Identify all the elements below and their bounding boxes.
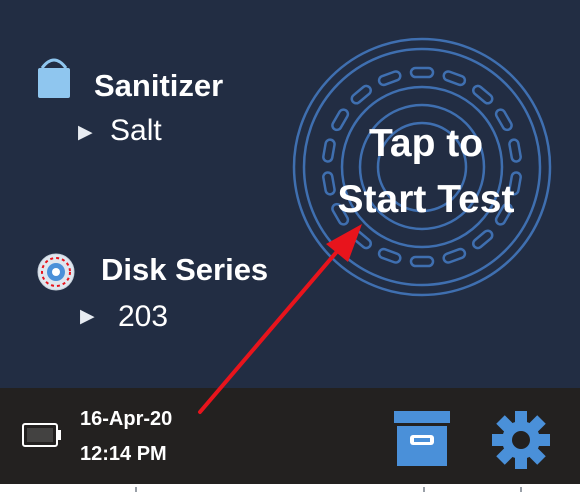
start-test-label[interactable]: Tap to Start Test xyxy=(318,116,534,228)
sanitizer-value[interactable]: Salt xyxy=(110,114,162,148)
disk-chamber xyxy=(442,70,467,87)
disk-chamber xyxy=(377,247,402,264)
settings-button[interactable] xyxy=(491,410,551,475)
disk-chamber xyxy=(472,84,494,105)
time-text: 12:14 PM xyxy=(80,443,167,465)
tick-mark xyxy=(423,487,425,492)
disk-chamber xyxy=(442,247,467,264)
disk-chamber xyxy=(350,84,372,105)
archive-button[interactable] xyxy=(392,409,452,474)
disk-series-label: Disk Series xyxy=(101,252,269,287)
disk-chamber xyxy=(377,70,402,87)
archive-icon xyxy=(394,411,450,466)
battery-icon xyxy=(22,423,62,452)
disk-chamber xyxy=(472,229,494,250)
disk-icon xyxy=(36,252,76,297)
main-screen: Sanitizer ▶ Salt Disk Series ▶ 203 Tap t… xyxy=(0,0,580,388)
sanitizer-label: Sanitizer xyxy=(94,68,224,103)
date-text: 16-Apr-20 xyxy=(80,408,173,430)
disk-chamber xyxy=(350,229,372,250)
disk-arrow-icon: ▶ xyxy=(80,306,95,327)
tick-mark xyxy=(135,487,137,492)
tick-mark xyxy=(520,487,522,492)
bucket-icon xyxy=(36,56,72,105)
start-test-line1: Tap to xyxy=(368,122,484,165)
disk-chamber xyxy=(409,66,435,79)
disk-series-value[interactable]: 203 xyxy=(118,300,168,334)
gear-icon xyxy=(492,411,550,469)
sanitizer-arrow-icon: ▶ xyxy=(78,122,93,143)
bottom-strip xyxy=(0,484,580,492)
disk-chamber xyxy=(409,255,435,268)
start-test-line2: Start Test xyxy=(337,178,515,221)
